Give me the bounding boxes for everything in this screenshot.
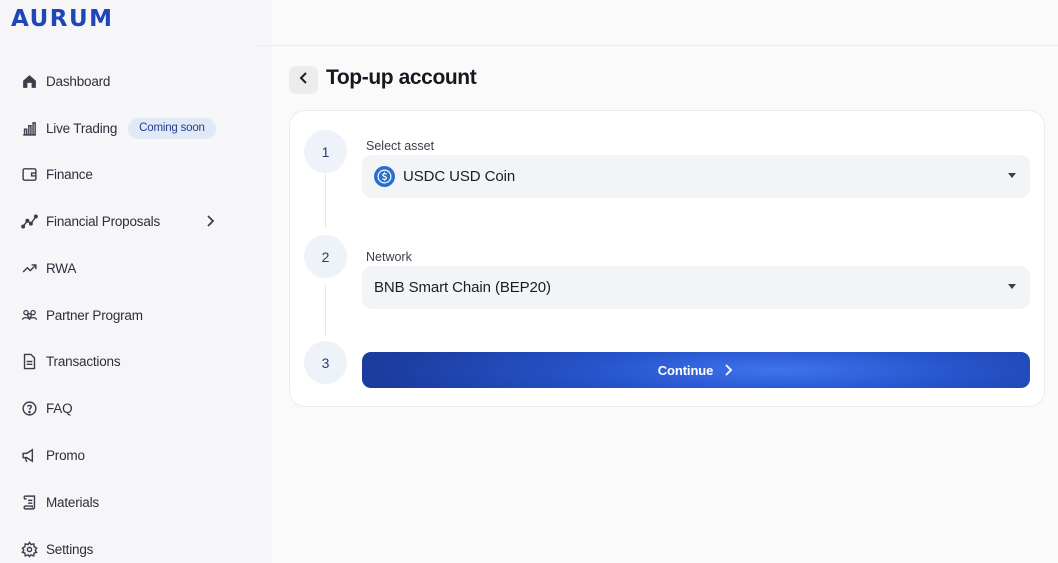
step-number-1: 1: [304, 130, 347, 173]
page-title: Top-up account: [326, 66, 477, 89]
caret-down-icon: [1008, 284, 1016, 289]
sidebar-item-label: Materials: [46, 494, 99, 510]
line-chart-icon: [20, 212, 38, 230]
continue-button-label: Continue: [657, 362, 714, 378]
usdc-coin-icon: [374, 166, 395, 187]
home-icon: [20, 72, 38, 90]
step-number-3: 3: [304, 341, 347, 384]
chevron-right-icon: [725, 364, 733, 376]
app-root: AURUM Dashboard Live Trading Coming soon: [0, 0, 1058, 563]
brand-logo[interactable]: AURUM: [11, 6, 114, 32]
sidebar-item-label: Dashboard: [46, 73, 111, 89]
sidebar-item-label: Partner Program: [46, 307, 143, 323]
step-connector: [325, 285, 326, 335]
sidebar-item-transactions[interactable]: Transactions: [20, 349, 250, 373]
trending-up-icon: [20, 259, 38, 277]
network-select[interactable]: BNB Smart Chain (BEP20): [362, 266, 1030, 309]
header-divider: [256, 45, 1058, 46]
sidebar-item-label: Promo: [46, 447, 85, 463]
sidebar-item-finance[interactable]: Finance: [20, 162, 250, 186]
sidebar-item-label: Settings: [46, 541, 94, 557]
sidebar-item-label: Live Trading: [46, 120, 118, 136]
document-icon: [20, 352, 38, 370]
asset-select[interactable]: USDC USD Coin: [362, 155, 1030, 198]
sidebar-item-partner-program[interactable]: Partner Program: [20, 303, 250, 327]
asset-select-value: USDC USD Coin: [403, 168, 516, 185]
sidebar-item-label: Financial Proposals: [46, 213, 161, 229]
sidebar-item-dashboard[interactable]: Dashboard: [20, 69, 250, 93]
users-icon: [20, 306, 38, 324]
caret-down-icon: [1008, 173, 1016, 178]
question-icon: [20, 399, 38, 417]
sidebar-item-settings[interactable]: Settings: [20, 537, 250, 561]
sidebar: AURUM Dashboard Live Trading Coming soon: [0, 0, 272, 563]
coming-soon-badge: Coming soon: [128, 117, 216, 139]
sidebar-item-financial-proposals[interactable]: Financial Proposals: [20, 209, 250, 233]
megaphone-icon: [20, 446, 38, 464]
wallet-icon: [20, 165, 38, 183]
sidebar-item-rwa[interactable]: RWA: [20, 256, 250, 280]
sidebar-item-promo[interactable]: Promo: [20, 443, 250, 467]
step-number-2: 2: [304, 235, 347, 278]
sidebar-item-materials[interactable]: Materials: [20, 490, 250, 514]
bar-chart-icon: [20, 119, 38, 137]
network-label: Network: [366, 250, 412, 264]
sidebar-item-label: RWA: [46, 260, 77, 276]
sidebar-item-label: Finance: [46, 166, 93, 182]
chevron-right-icon[interactable]: [203, 213, 217, 229]
scroll-icon: [20, 493, 38, 511]
step-connector: [325, 174, 326, 228]
sidebar-item-live-trading[interactable]: Live Trading Coming soon: [20, 116, 250, 140]
gear-icon: [20, 540, 38, 558]
network-select-value: BNB Smart Chain (BEP20): [374, 279, 551, 296]
sidebar-item-faq[interactable]: FAQ: [20, 396, 250, 420]
chevron-left-icon: [297, 70, 311, 91]
continue-button[interactable]: Continue: [362, 352, 1030, 388]
back-button[interactable]: [289, 66, 318, 94]
select-asset-label: Select asset: [366, 139, 435, 153]
sidebar-item-label: FAQ: [46, 400, 73, 416]
sidebar-item-label: Transactions: [46, 353, 121, 369]
